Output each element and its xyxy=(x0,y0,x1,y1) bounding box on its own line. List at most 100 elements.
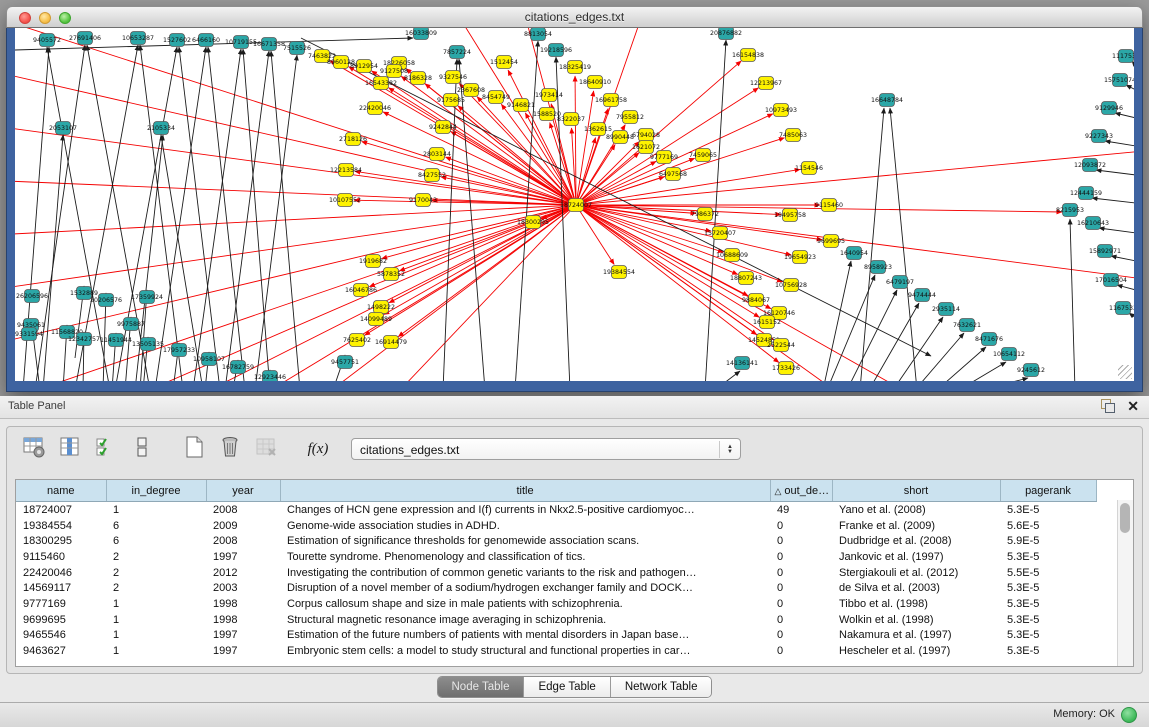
graph-node[interactable]: 8186328 xyxy=(404,72,432,85)
graph-node[interactable]: 9405572 xyxy=(33,34,61,47)
column-preferences-button[interactable] xyxy=(55,434,85,464)
column-header-in_degree[interactable]: in_degree xyxy=(106,480,206,502)
graph-node[interactable]: 1919682 xyxy=(359,255,387,268)
graph-node[interactable]: 17359924 xyxy=(131,291,163,304)
table-row[interactable]: 1830029562008Estimation of significance … xyxy=(16,533,1096,549)
table-scrollbar[interactable] xyxy=(1117,500,1133,666)
graph-node[interactable]: 12444159 xyxy=(1070,187,1102,200)
graph-node[interactable]: 16914479 xyxy=(375,336,407,349)
column-header-pagerank[interactable]: pagerank xyxy=(1000,480,1096,502)
graph-node[interactable]: 9245612 xyxy=(1017,364,1045,377)
graph-node[interactable]: 9129946 xyxy=(1095,102,1123,115)
tab-network-table[interactable]: Network Table xyxy=(611,677,712,697)
graph-node[interactable]: 16671358 xyxy=(253,38,285,51)
table-row[interactable]: 2242004622012Investigating the contribut… xyxy=(16,565,1096,581)
graph-node[interactable]: 16961758 xyxy=(595,94,627,107)
graph-node[interactable]: 9457751 xyxy=(331,356,359,369)
new-table-button[interactable] xyxy=(179,434,209,464)
graph-node[interactable]: 1167533 xyxy=(1109,302,1134,315)
graph-node[interactable]: 7857224 xyxy=(443,46,471,59)
graph-node[interactable]: 8427552 xyxy=(418,169,446,182)
graph-node[interactable]: 19495758 xyxy=(774,209,806,222)
graph-node[interactable]: 12213584 xyxy=(330,164,362,177)
graph-node[interactable]: 2935114 xyxy=(932,303,960,316)
graph-node[interactable]: 9474444 xyxy=(908,289,936,302)
graph-node[interactable]: 12923446 xyxy=(254,371,286,382)
graph-node[interactable]: 6497568 xyxy=(659,168,687,181)
graph-node[interactable]: 8322037 xyxy=(557,113,585,126)
table-row[interactable]: 1456911722003Disruption of a novel membe… xyxy=(16,580,1096,596)
graph-node[interactable]: 10653287 xyxy=(122,32,154,45)
combo-stepper-icon[interactable]: ▲▼ xyxy=(719,441,736,458)
graph-node[interactable]: 2718126 xyxy=(339,133,367,146)
graph-node[interactable]: 9327546 xyxy=(439,71,467,84)
graph-node[interactable]: 10688609 xyxy=(716,249,748,262)
graph-node[interactable]: 6479197 xyxy=(886,276,914,289)
citation-graph[interactable]: 9405572276914061065328715276026466160107… xyxy=(15,28,1134,381)
graph-node[interactable]: 9699695 xyxy=(817,235,845,248)
column-header-year[interactable]: year xyxy=(206,480,280,502)
graph-node[interactable]: 9115460 xyxy=(815,199,843,212)
graph-node[interactable]: 1498222 xyxy=(367,301,395,314)
graph-node[interactable]: 15720407 xyxy=(704,227,736,240)
graph-node[interactable]: 15892971 xyxy=(1089,245,1121,258)
graph-node[interactable]: 7485063 xyxy=(779,129,807,142)
tab-edge-table[interactable]: Edge Table xyxy=(524,677,610,697)
graph-node[interactable]: 7625402 xyxy=(343,334,371,347)
graph-node[interactable]: 16782759 xyxy=(222,361,254,374)
table-row[interactable]: 1872400712008Changes of HCN gene express… xyxy=(16,502,1096,518)
graph-node[interactable]: 1973414 xyxy=(535,89,563,102)
graph-node[interactable]: 1733426 xyxy=(772,362,800,375)
graph-node[interactable]: 8813054 xyxy=(524,28,552,41)
graph-node[interactable]: 9170043 xyxy=(409,194,437,207)
graph-node[interactable]: 16154838 xyxy=(732,49,764,62)
graph-node[interactable]: 14136141 xyxy=(726,357,758,370)
graph-node[interactable]: 7515526 xyxy=(283,42,311,55)
graph-node[interactable]: 19384554 xyxy=(603,266,635,279)
tab-node-table[interactable]: Node Table xyxy=(438,677,525,697)
graph-node[interactable]: 7632621 xyxy=(953,319,981,332)
graph-node[interactable]: 7986372 xyxy=(691,208,719,221)
table-row[interactable]: 911546021997Tourette syndrome. Phenomeno… xyxy=(16,549,1096,565)
graph-node[interactable]: 19654923 xyxy=(784,251,816,264)
column-header-title[interactable]: title xyxy=(280,480,770,502)
graph-node[interactable]: 16210643 xyxy=(1077,217,1109,230)
graph-node[interactable]: 7955812 xyxy=(616,111,644,124)
graph-node[interactable]: 9175685 xyxy=(437,94,465,107)
delete-table-disabled-button[interactable] xyxy=(251,434,281,464)
graph-node[interactable]: 9242844 xyxy=(429,121,457,134)
row-checks-button[interactable] xyxy=(91,434,121,464)
graph-node[interactable]: 16648784 xyxy=(871,94,903,107)
graph-node[interactable]: 1621072 xyxy=(632,141,660,154)
resize-grip-icon[interactable] xyxy=(1118,365,1132,379)
graph-node[interactable]: 1117533 xyxy=(1112,50,1134,63)
graph-node[interactable]: 26206596 xyxy=(16,290,48,303)
graph-node[interactable]: 18325419 xyxy=(559,61,591,74)
graph-node[interactable]: 16543382 xyxy=(365,77,397,90)
graph-node[interactable]: 8471676 xyxy=(975,333,1003,346)
graph-node[interactable]: 10654112 xyxy=(993,348,1025,361)
column-header-out_de[interactable]: △out_de… xyxy=(770,480,832,502)
graph-node[interactable]: 13505135 xyxy=(132,338,164,351)
graph-node[interactable]: 22420046 xyxy=(359,102,391,115)
table-row[interactable]: 1938455462009Genome-wide association stu… xyxy=(16,518,1096,534)
graph-node[interactable]: 6794028 xyxy=(632,129,660,142)
close-panel-icon[interactable]: ✕ xyxy=(1127,399,1139,413)
graph-node[interactable]: 9777169 xyxy=(650,151,678,164)
graph-node[interactable]: 10973493 xyxy=(765,104,797,117)
table-row[interactable]: 946554611997Estimation of the future num… xyxy=(16,628,1096,644)
graph-node[interactable]: 1640954 xyxy=(840,247,868,260)
column-header-name[interactable]: name xyxy=(16,480,106,502)
graph-node[interactable]: 19218596 xyxy=(540,44,572,57)
scrollbar-thumb[interactable] xyxy=(1120,503,1130,533)
graph-node[interactable]: 9227343 xyxy=(1085,130,1113,143)
float-panel-icon[interactable] xyxy=(1101,399,1115,413)
graph-node[interactable]: 14099489 xyxy=(360,313,392,326)
table-row[interactable]: 946362711997Embryonic stem cells: a mode… xyxy=(16,643,1096,659)
paired-rows-button[interactable] xyxy=(127,434,157,464)
window-titlebar[interactable]: citations_edges.txt xyxy=(6,6,1143,28)
column-header-short[interactable]: short xyxy=(832,480,1000,502)
graph-node[interactable]: 12213967 xyxy=(750,77,782,90)
table-settings-button[interactable] xyxy=(19,434,49,464)
delete-attribute-button[interactable] xyxy=(215,434,245,464)
